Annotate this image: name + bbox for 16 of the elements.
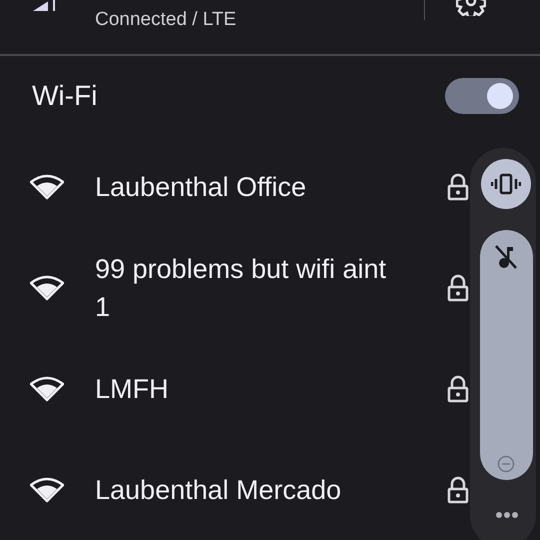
music-off-icon xyxy=(494,244,518,270)
network-name[interactable]: Laubenthal Mercado xyxy=(95,470,395,509)
vibrate-button[interactable] xyxy=(481,159,531,209)
more-icon[interactable] xyxy=(496,512,518,518)
wifi-icon xyxy=(30,274,64,301)
network-name[interactable]: Laubenthal Office xyxy=(95,168,395,206)
wifi-label: Wi-Fi xyxy=(32,80,98,112)
vibrate-icon xyxy=(491,173,521,195)
wifi-icon xyxy=(30,376,64,402)
wifi-icon xyxy=(30,174,64,200)
minus-circle-icon xyxy=(497,455,515,473)
connection-status: Connected / LTE xyxy=(95,9,236,31)
wifi-icon xyxy=(30,476,64,503)
network-name[interactable]: LMFH xyxy=(95,370,395,408)
network-name[interactable]: 99 problems but wifi aint 1 xyxy=(95,250,395,326)
wifi-toggle[interactable] xyxy=(445,78,519,114)
